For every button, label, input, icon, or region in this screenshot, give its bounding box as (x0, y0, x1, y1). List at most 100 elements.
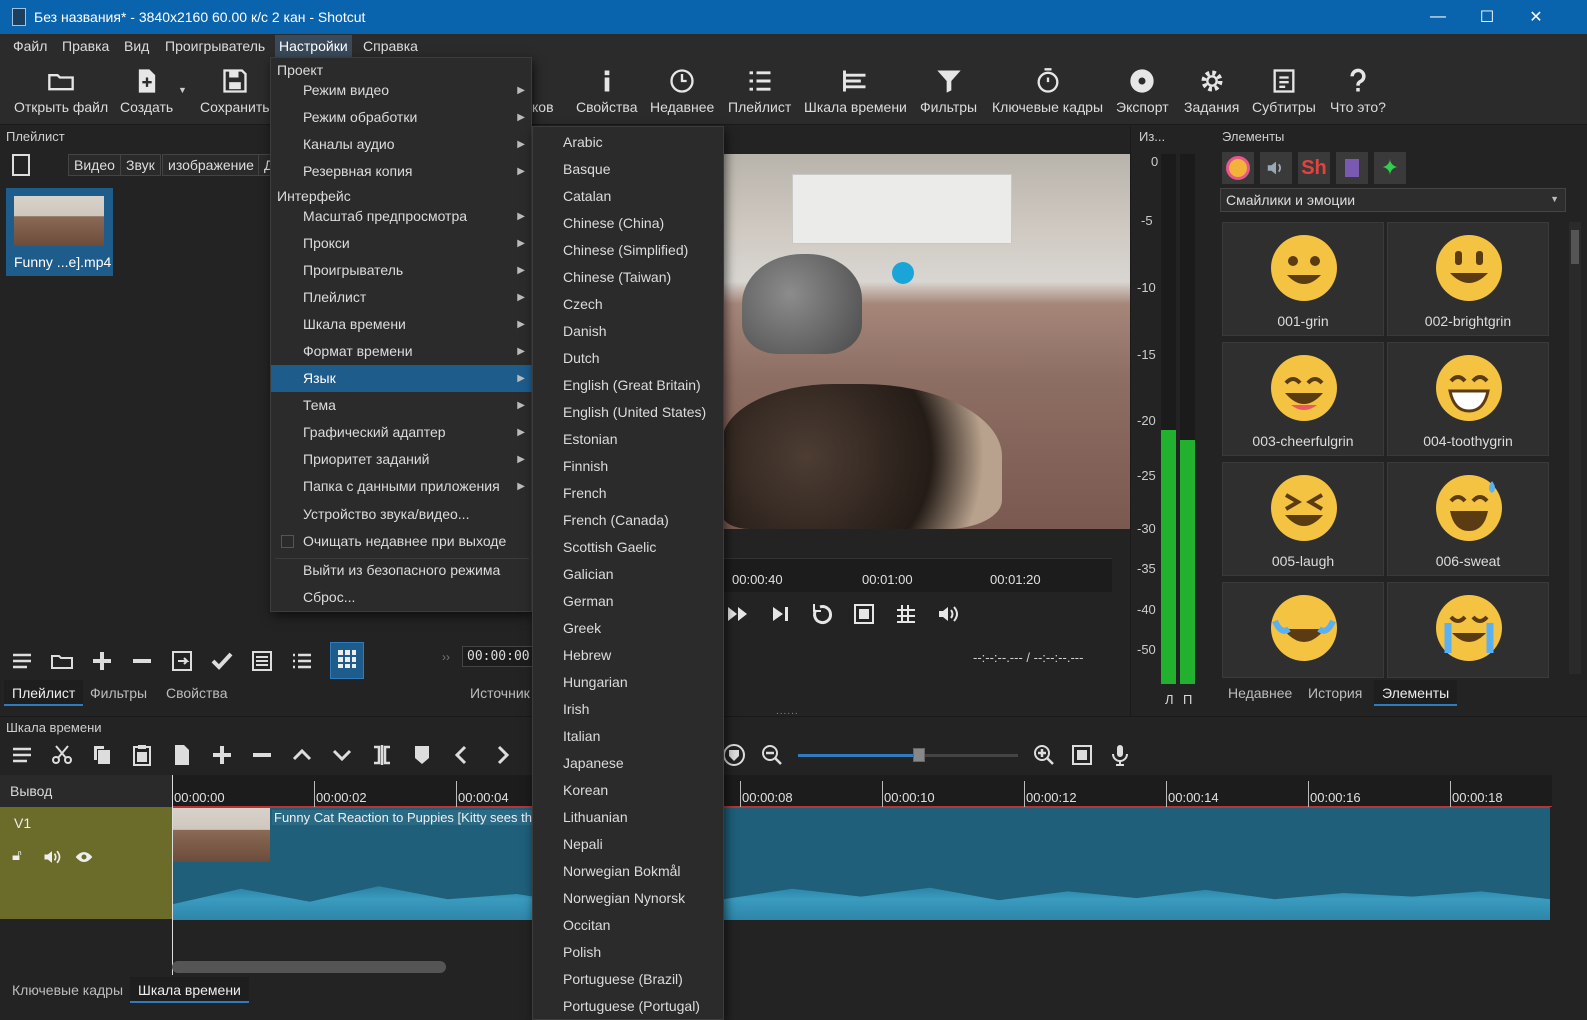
create-button[interactable]: Создать (120, 63, 173, 115)
paste-icon[interactable] (130, 743, 154, 767)
language-option[interactable]: Chinese (China) (533, 210, 723, 237)
subtitles-button[interactable]: Субтитры (1252, 63, 1316, 115)
elements-scrollbar-thumb[interactable] (1571, 230, 1579, 264)
zoom-slider-handle[interactable] (913, 748, 925, 762)
playlist-timecode[interactable]: 00:00:00 (462, 646, 542, 667)
hamburger-menu-icon[interactable] (10, 649, 34, 673)
timeline-remove-icon[interactable] (250, 743, 274, 767)
eye-icon[interactable] (74, 847, 94, 867)
filter-image-button[interactable]: изображение (162, 154, 260, 176)
filter-video-button[interactable]: Видео (68, 154, 121, 176)
tab-properties[interactable]: Свойства (158, 680, 235, 706)
whats-this-button[interactable]: Что это? (1330, 63, 1386, 115)
tab-source[interactable]: Источник (462, 680, 538, 706)
filters-button[interactable]: Фильтры (920, 63, 977, 115)
sparkle-category-icon[interactable]: ✦ (1374, 152, 1406, 184)
element-tile[interactable] (1387, 582, 1549, 678)
category-dropdown[interactable]: Смайлики и эмоции ▼ (1220, 188, 1566, 212)
language-option[interactable]: Chinese (Taiwan) (533, 264, 723, 291)
tab-filters[interactable]: Фильтры (82, 680, 155, 706)
volume-icon[interactable] (936, 602, 960, 626)
marker-icon[interactable] (410, 743, 434, 767)
menu-item-project[interactable]: Режим обработки ▶ (271, 104, 533, 131)
export-button[interactable]: Экспорт (1116, 63, 1169, 115)
open-folder-icon[interactable] (50, 649, 74, 673)
menu-item-reset[interactable]: Сброс... (271, 584, 533, 611)
element-tile[interactable] (1222, 582, 1384, 678)
element-tile[interactable]: 002-brightgrin (1387, 222, 1549, 336)
next-marker-icon[interactable] (490, 743, 514, 767)
menu-item-interface[interactable]: Приоритет заданий ▶ (271, 446, 533, 473)
menu-item-project[interactable]: Режим видео ▶ (271, 77, 533, 104)
menu-item-interface[interactable]: Прокси ▶ (271, 230, 533, 257)
tab-history[interactable]: История (1300, 680, 1370, 706)
language-option[interactable]: English (Great Britain) (533, 372, 723, 399)
menu-item-interface[interactable]: Плейлист ▶ (271, 284, 533, 311)
tab-playlist[interactable]: Плейлист (4, 680, 84, 706)
menu-help[interactable]: Справка (363, 38, 418, 54)
minimize-button[interactable]: — (1415, 0, 1461, 34)
menu-item-interface[interactable]: Папка с данными приложения ▶ (271, 473, 533, 500)
language-option[interactable]: Irish (533, 696, 723, 723)
emoji-category-icon[interactable] (1222, 152, 1254, 184)
sound-category-icon[interactable] (1260, 152, 1292, 184)
list-view-icon[interactable] (290, 649, 314, 673)
split-icon[interactable] (370, 743, 394, 767)
menu-item-interface[interactable]: Формат времени ▶ (271, 338, 533, 365)
loop-icon[interactable] (810, 602, 834, 626)
shape-category-icon[interactable]: Sh (1298, 152, 1330, 184)
language-option[interactable]: Hebrew (533, 642, 723, 669)
language-option[interactable]: French (533, 480, 723, 507)
menu-item-interface[interactable]: Графический адаптер ▶ (271, 419, 533, 446)
language-option[interactable]: English (United States) (533, 399, 723, 426)
video-clip[interactable]: Funny Cat Reaction to Puppies [Kitty see… (172, 807, 1550, 920)
zoom-in-icon[interactable] (1032, 743, 1056, 767)
timeline-button[interactable]: Шкала времени (804, 63, 907, 115)
zoom-fit-icon[interactable] (852, 602, 876, 626)
language-option[interactable]: German (533, 588, 723, 615)
prev-marker-icon[interactable] (450, 743, 474, 767)
checkbox-icon[interactable] (281, 535, 294, 548)
timeline-menu-icon[interactable] (10, 743, 34, 767)
playlist-menu-icon[interactable] (12, 154, 30, 176)
menu-edit[interactable]: Правка (62, 38, 109, 54)
menu-player[interactable]: Проигрыватель (165, 38, 265, 54)
menu-file[interactable]: Файл (13, 38, 47, 54)
element-tile[interactable]: 005-laugh (1222, 462, 1384, 576)
language-option[interactable]: Dutch (533, 345, 723, 372)
tab-recent[interactable]: Недавнее (1220, 680, 1300, 706)
menu-item-interface[interactable]: Тема ▶ (271, 392, 533, 419)
menu-item-device[interactable]: Устройство звука/видео... (271, 501, 533, 528)
language-option[interactable]: French (Canada) (533, 507, 723, 534)
fast-forward-icon[interactable] (726, 602, 750, 626)
tab-elements[interactable]: Элементы (1374, 680, 1458, 706)
menu-item-interface[interactable]: Масштаб предпросмотра ▶ (271, 203, 533, 230)
add-icon[interactable] (90, 649, 114, 673)
recent-button[interactable]: Недавнее (650, 63, 714, 115)
keyframes-button[interactable]: Ключевые кадры (992, 63, 1103, 115)
append-icon[interactable] (170, 743, 194, 767)
close-button[interactable]: ✕ (1513, 0, 1559, 34)
menu-item-clear-recent[interactable]: Очищать недавнее при выходе (271, 528, 533, 555)
menu-item-interface[interactable]: Проигрыватель ▶ (271, 257, 533, 284)
overwrite-icon[interactable] (330, 743, 354, 767)
language-option[interactable]: Finnish (533, 453, 723, 480)
language-option[interactable]: Czech (533, 291, 723, 318)
language-option[interactable]: Scottish Gaelic (533, 534, 723, 561)
language-option[interactable]: Lithuanian (533, 804, 723, 831)
properties-button[interactable]: Свойства (576, 63, 637, 115)
maximize-button[interactable]: ☐ (1464, 0, 1510, 34)
playhead[interactable] (172, 775, 173, 975)
language-option[interactable]: Portuguese (Brazil) (533, 966, 723, 993)
ripple-icon[interactable] (722, 743, 746, 767)
language-option[interactable]: Galician (533, 561, 723, 588)
create-dropdown-arrow-icon[interactable]: ▼ (178, 85, 187, 95)
language-option[interactable]: Japanese (533, 750, 723, 777)
lock-icon[interactable]: 🔓︎ (12, 847, 22, 864)
scissors-icon[interactable] (50, 743, 74, 767)
checkmark-icon[interactable] (210, 649, 234, 673)
grid-view-toggle[interactable] (330, 642, 364, 679)
tab-keyframes[interactable]: Ключевые кадры (4, 977, 131, 1003)
menu-item-safe-mode[interactable]: Выйти из безопасного режима (271, 557, 533, 584)
tab-timeline[interactable]: Шкала времени (130, 977, 249, 1003)
